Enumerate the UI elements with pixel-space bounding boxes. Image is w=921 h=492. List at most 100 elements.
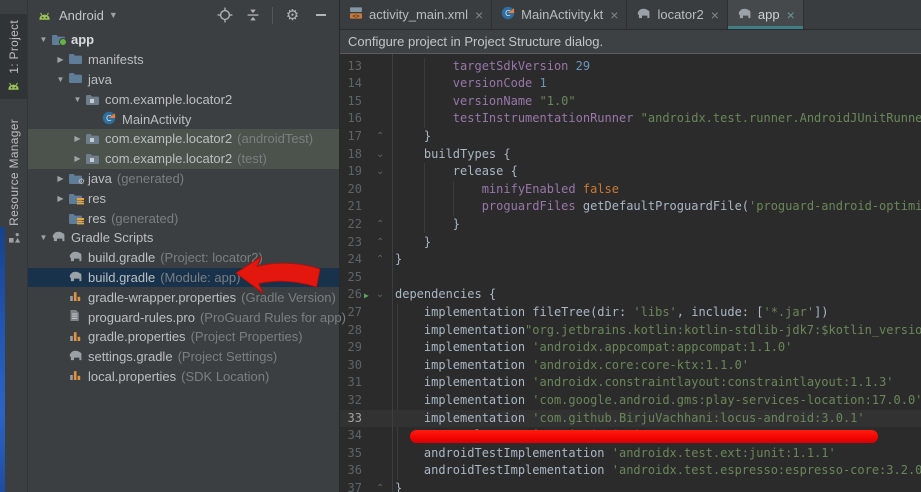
- package-folder-icon: [85, 93, 100, 106]
- line-number: 32: [342, 392, 362, 410]
- code-text: testInstrumentationRunner "androidx.test…: [392, 110, 921, 128]
- editor-tab-app[interactable]: app ×: [728, 0, 804, 29]
- tree-row-res[interactable]: ▶res: [28, 188, 339, 208]
- tree-row-gradle-scripts[interactable]: ▼ Gradle Scripts: [28, 228, 339, 248]
- tree-row-mainactivity[interactable]: C MainActivity: [28, 109, 339, 129]
- fold-marker-icon[interactable]: ⌃: [376, 128, 384, 146]
- editor-tab-activity-main-xml[interactable]: <>activity_main.xml×: [340, 0, 492, 29]
- code-line-23: 23⌃ }: [340, 234, 921, 252]
- tree-item-label: Gradle Scripts: [71, 230, 153, 245]
- fold-marker-icon[interactable]: ⌃: [376, 251, 384, 269]
- code-text: }: [392, 234, 921, 252]
- collapse-all-icon[interactable]: [244, 7, 261, 24]
- code-line-32: 32 implementation 'com.google.android.gm…: [340, 392, 921, 410]
- tree-row-res[interactable]: res(generated): [28, 208, 339, 228]
- tree-expand-arrow[interactable]: ▶: [70, 134, 85, 143]
- fold-marker-icon[interactable]: ⌄: [376, 163, 384, 181]
- line-number: 24: [342, 251, 362, 269]
- locate-file-icon[interactable]: [216, 7, 233, 24]
- project-panel-header: Android ▼ ⚙: [28, 0, 339, 30]
- tree-expand-arrow[interactable]: ▼: [70, 95, 85, 104]
- kotlin-class-icon: C: [102, 111, 116, 128]
- code-editor[interactable]: 12 minSdkVersion 1913 targetSdkVersion 2…: [340, 54, 921, 492]
- editor-area: <>activity_main.xml×CMainActivity.kt×loc…: [340, 0, 921, 492]
- tree-row-proguard-rules-pro[interactable]: proguard-rules.pro(ProGuard Rules for ap…: [28, 307, 339, 327]
- tab-close-icon[interactable]: ×: [787, 9, 795, 21]
- editor-tab-locator2[interactable]: locator2 ×: [627, 0, 727, 29]
- project-view-selector[interactable]: Android: [59, 8, 104, 23]
- code-text: implementation 'androidx.appcompat:appco…: [392, 339, 921, 357]
- tab-close-icon[interactable]: ×: [475, 9, 483, 21]
- tree-expand-arrow[interactable]: ▶: [53, 55, 68, 64]
- line-number: 31: [342, 374, 362, 392]
- tree-expand-arrow[interactable]: ▶: [53, 194, 68, 203]
- fold-marker-icon[interactable]: ⌃: [376, 216, 384, 234]
- line-number: 33: [342, 410, 362, 428]
- gutter: 23⌃: [340, 234, 392, 252]
- tree-row-com-example-locator2[interactable]: ▶com.example.locator2(test): [28, 149, 339, 169]
- tree-expand-arrow[interactable]: ▼: [36, 233, 51, 242]
- project-tab-label: 1: Project: [7, 20, 21, 74]
- tree-item-label: res: [88, 211, 106, 226]
- gutter: 31: [340, 374, 392, 392]
- tab-close-icon[interactable]: ×: [610, 9, 618, 21]
- gradle-elephant-icon: [68, 270, 83, 285]
- tree-row-local-properties[interactable]: local.properties (SDK Location): [28, 367, 339, 387]
- tree-row-java[interactable]: ▼java: [28, 70, 339, 90]
- gutter: 27: [340, 304, 392, 322]
- tab-close-icon[interactable]: ×: [711, 9, 719, 21]
- layout-xml-file-icon: <>: [349, 6, 363, 23]
- tree-expand-arrow[interactable]: ▼: [36, 35, 51, 44]
- tree-expand-arrow[interactable]: ▼: [53, 75, 68, 84]
- line-number: 30: [342, 357, 362, 375]
- gutter: 26▶⌄: [340, 286, 392, 304]
- tree-row-app[interactable]: ▼app: [28, 30, 339, 50]
- tree-row-com-example-locator2[interactable]: ▶com.example.locator2(androidTest): [28, 129, 339, 149]
- tree-item-suffix: (test): [237, 151, 267, 166]
- fold-marker-icon[interactable]: ⌃: [376, 480, 384, 492]
- code-line-21: 21 proguardFiles getDefaultProguardFile(…: [340, 198, 921, 216]
- gutter: 20: [340, 181, 392, 199]
- code-text: androidTestImplementation 'androidx.test…: [392, 445, 921, 463]
- tab-label: locator2: [657, 7, 703, 22]
- tree-row-gradle-properties[interactable]: gradle.properties(Project Properties): [28, 327, 339, 347]
- tree-item-suffix: (androidTest): [237, 131, 313, 146]
- fold-marker-icon[interactable]: ⌄: [376, 146, 384, 164]
- gutter: 36: [340, 462, 392, 480]
- tree-item-label: gradle-wrapper.properties: [88, 290, 236, 305]
- code-line-14: 14 versionCode 1: [340, 75, 921, 93]
- editor-tab-mainactivity-kt[interactable]: CMainActivity.kt×: [492, 0, 627, 29]
- tree-expand-arrow[interactable]: ▶: [70, 154, 85, 163]
- hide-panel-icon[interactable]: [312, 7, 329, 24]
- tree-item-label: MainActivity: [122, 112, 191, 127]
- tree-item-suffix: (SDK Location): [181, 369, 269, 384]
- line-number: 25: [342, 269, 362, 287]
- gutter: 13: [340, 58, 392, 76]
- svg-text:<>: <>: [352, 13, 360, 20]
- code-text: implementation 'com.google.android.gms:p…: [392, 392, 921, 410]
- gutter: 22⌃: [340, 216, 392, 234]
- gutter: 34: [340, 427, 392, 445]
- tree-row-manifests[interactable]: ▶manifests: [28, 50, 339, 70]
- tree-row-java[interactable]: ▶⚙java(generated): [28, 169, 339, 189]
- run-gutter-icon[interactable]: ▶: [364, 287, 369, 305]
- gutter: 19⌄: [340, 163, 392, 181]
- android-studio-window: 1: Project Resource Manager: [0, 0, 921, 492]
- gutter-border: [392, 54, 393, 492]
- tab-label: app: [758, 7, 780, 22]
- tree-expand-arrow[interactable]: ▶: [53, 174, 68, 183]
- gutter: 14: [340, 75, 392, 93]
- code-line-30: 30 implementation 'androidx.core:core-kt…: [340, 357, 921, 375]
- fold-marker-icon[interactable]: ⌃: [376, 234, 384, 252]
- tree-row-settings-gradle[interactable]: settings.gradle(Project Settings): [28, 347, 339, 367]
- fold-marker-icon[interactable]: ⌄: [376, 286, 384, 304]
- tree-item-label: local.properties: [88, 369, 176, 384]
- gear-icon[interactable]: ⚙: [284, 7, 301, 24]
- code-line-18: 18⌄ buildTypes {: [340, 146, 921, 164]
- line-number: 21: [342, 198, 362, 216]
- tree-item-suffix: (generated): [117, 171, 184, 186]
- desktop-edge-stripe: [0, 227, 5, 492]
- tool-tab-project[interactable]: 1: Project: [0, 14, 27, 99]
- gutter: 15: [340, 93, 392, 111]
- tree-row-com-example-locator2[interactable]: ▼com.example.locator2: [28, 89, 339, 109]
